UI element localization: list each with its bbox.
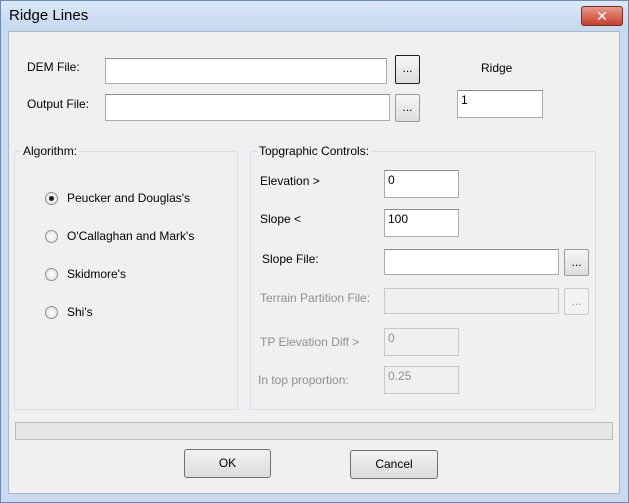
radio-button[interactable] [45,230,58,243]
ridge-input[interactable]: 1 [457,90,543,118]
radio-button[interactable] [45,306,58,319]
elevation-input[interactable]: 0 [384,170,459,198]
dialog-client-area: DEM File: ... Output File: ... Ridge 1 A… [8,31,620,494]
algorithm-group-title: Algorithm: [21,144,80,158]
terrain-partition-browse-button: ... [564,288,589,315]
dem-file-input[interactable] [105,58,387,84]
topographic-controls-group: Topgraphic Controls: Elevation > 0 Slope… [250,144,596,410]
slope-file-label: Slope File: [262,252,319,266]
elevation-label: Elevation > [260,174,320,188]
output-file-label: Output File: [27,97,90,111]
tp-elevation-diff-input: 0 [384,328,459,356]
slope-input[interactable]: 100 [384,209,459,237]
in-top-proportion-input: 0.25 [384,366,459,394]
close-button[interactable]: ✕ [581,6,623,26]
slope-file-input[interactable] [384,249,559,275]
close-icon: ✕ [596,8,608,24]
output-browse-button[interactable]: ... [395,94,420,122]
tp-elevation-diff-label: TP Elevation Diff > [260,335,360,349]
radio-button[interactable] [45,268,58,281]
title-bar[interactable]: Ridge Lines ✕ [1,1,628,31]
dem-browse-button[interactable]: ... [395,55,420,84]
cancel-button[interactable]: Cancel [350,450,438,479]
slope-label: Slope < [260,212,302,226]
radio-label: Shi's [67,305,93,319]
in-top-proportion-label: In top proportion: [258,373,349,387]
terrain-partition-label: Terrain Partition File: [260,291,371,305]
dem-file-label: DEM File: [27,60,80,74]
topographic-group-title: Topgraphic Controls: [257,144,372,158]
slope-file-browse-button[interactable]: ... [564,249,589,276]
ridge-label: Ridge [481,61,513,75]
radio-label: Peucker and Douglas's [67,191,191,205]
window-title: Ridge Lines [9,7,89,24]
algorithm-group: Algorithm: Peucker and Douglas's O'Calla… [14,144,238,410]
terrain-partition-input [384,288,559,314]
radio-label: O'Callaghan and Mark's [67,229,195,243]
output-file-input[interactable] [105,94,390,121]
ok-button[interactable]: OK [184,449,271,478]
progress-bar [15,422,613,440]
radio-button[interactable] [45,192,58,205]
radio-label: Skidmore's [67,267,126,281]
dialog-window: Ridge Lines ✕ DEM File: ... Output File:… [0,0,629,503]
